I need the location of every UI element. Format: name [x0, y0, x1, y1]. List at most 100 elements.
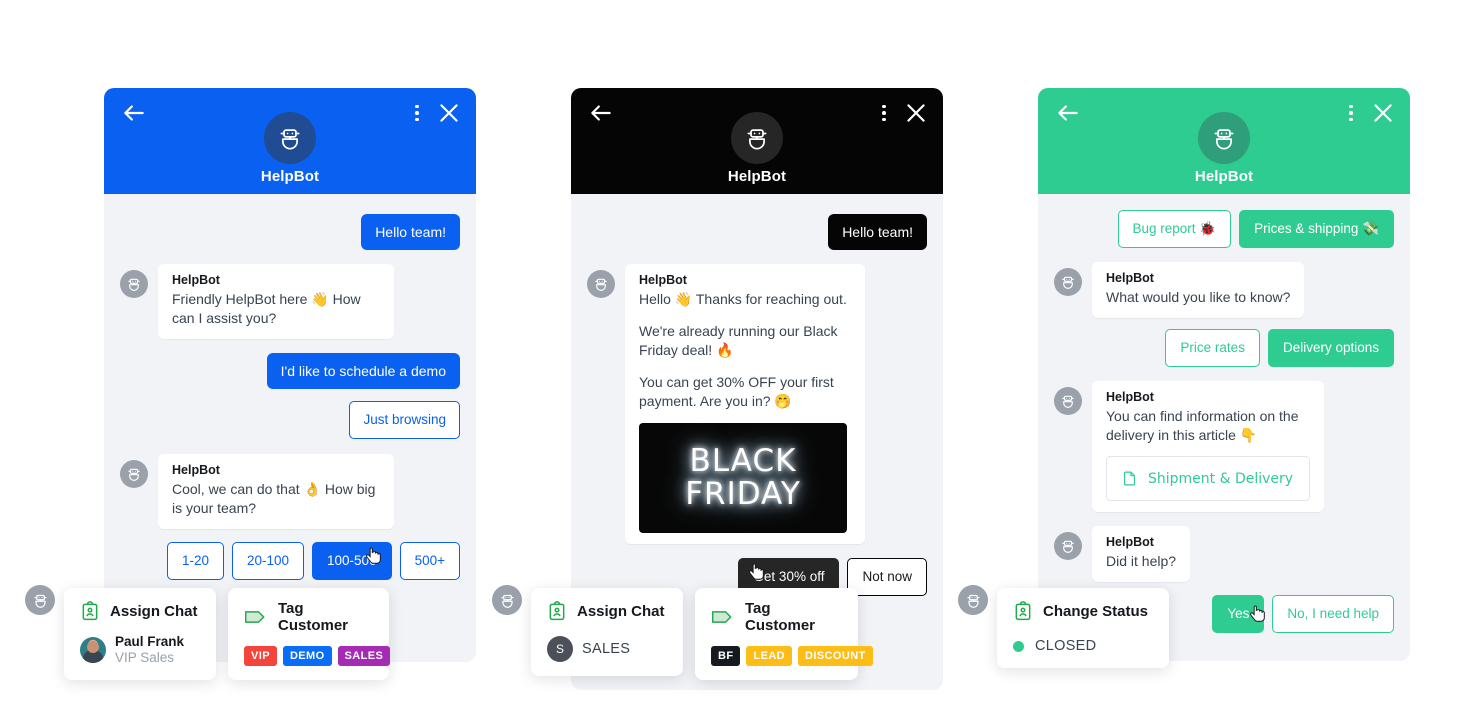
tag-chip[interactable]: BF [711, 646, 741, 666]
message-row-bot: HelpBot Friendly HelpBot here 👋 How can … [104, 264, 476, 339]
quick-reply-20-100[interactable]: 20-100 [231, 542, 305, 580]
quick-reply-prices-shipping[interactable]: Prices & shipping 💸 [1239, 210, 1394, 248]
card-title: Assign Chat [577, 602, 665, 620]
bot-message-text: You can find information on the delivery… [1106, 408, 1299, 443]
overflow-menu-icon[interactable] [1340, 100, 1362, 126]
card-title: Assign Chat [110, 602, 198, 620]
robot-avatar-icon [1054, 387, 1082, 415]
quick-reply-100-500[interactable]: 100-500 [312, 542, 392, 580]
quick-reply-row: Price rates Delivery options [1038, 329, 1410, 367]
id-badge-icon [547, 600, 567, 622]
bot-message-text: Did it help? [1106, 553, 1177, 569]
card-title: Tag Customer [278, 600, 349, 634]
tag-list: VIP DEMO SALES [244, 646, 391, 666]
bot-message-text: You can get 30% OFF your first payment. … [639, 374, 834, 409]
tag-icon [244, 608, 268, 626]
quick-reply-price-rates[interactable]: Price rates [1165, 329, 1260, 367]
card-title: Tag Customer [745, 600, 816, 634]
quick-reply-bug-report[interactable]: Bug report 🐞 [1117, 210, 1232, 248]
document-icon [1121, 469, 1138, 488]
agent-name: SALES [582, 641, 631, 657]
action-card-tag-customer[interactable]: Tag Customer VIP DEMO SALES [228, 588, 391, 680]
widget-title: HelpBot [260, 168, 320, 185]
bot-message-text: Friendly HelpBot here 👋 How can I assist… [172, 291, 361, 326]
message-row-bot: HelpBot Cool, we can do that 👌 How big i… [104, 454, 476, 529]
message-row-bot: HelpBot Did it help? [1038, 526, 1410, 582]
bot-message-bubble: HelpBot Cool, we can do that 👌 How big i… [158, 454, 394, 529]
arrow-left-icon[interactable] [588, 100, 614, 126]
robot-launcher-icon[interactable] [958, 585, 988, 615]
chat-widget-blue: HelpBot Hello team! HelpBot Friendly Hel… [104, 88, 476, 662]
quick-reply-row: Just browsing [104, 401, 476, 439]
article-link-label: Shipment & Delivery [1148, 470, 1294, 487]
quick-reply-no-i-need-help[interactable]: No, I need help [1272, 595, 1394, 633]
close-icon[interactable] [1370, 100, 1396, 126]
robot-avatar-icon [1054, 532, 1082, 560]
banner-text: BLACK FRIDAY [639, 445, 847, 511]
user-message-bubble: Hello team! [828, 214, 927, 250]
message-row-bot: HelpBot What would you like to know? [1038, 262, 1410, 318]
bot-name: HelpBot [1106, 390, 1154, 404]
tag-chip[interactable]: DISCOUNT [798, 646, 873, 666]
robot-avatar-icon [264, 112, 316, 164]
card-header: Tag Customer [711, 600, 842, 634]
banner-line-1: BLACK [689, 443, 797, 479]
banner-line-2: FRIDAY [685, 476, 801, 512]
agent-info: Paul Frank VIP Sales [115, 634, 184, 666]
tag-chip[interactable]: DEMO [282, 646, 332, 666]
card-title: Change Status [1043, 602, 1149, 620]
robot-launcher-icon[interactable] [492, 585, 522, 615]
quick-reply-just-browsing[interactable]: Just browsing [349, 401, 460, 439]
bot-message-bubble: HelpBot You can find information on the … [1092, 381, 1324, 512]
bot-name: HelpBot [172, 273, 220, 287]
card-header: Assign Chat [547, 600, 667, 622]
bot-message-text: What would you like to know? [1106, 289, 1291, 305]
overflow-menu-icon[interactable] [873, 100, 895, 126]
article-link-shipment-delivery[interactable]: Shipment & Delivery [1106, 456, 1310, 501]
status-dot-icon [1013, 640, 1024, 652]
tag-chip[interactable]: SALES [337, 646, 391, 666]
message-row-user: Hello team! [571, 214, 943, 250]
action-card-assign-chat[interactable]: Assign Chat S SALES [531, 588, 683, 676]
widget-header: HelpBot [1038, 88, 1410, 194]
quick-reply-1-20[interactable]: 1-20 [166, 542, 224, 580]
bot-message-text: Hello 👋 Thanks for reaching out. [639, 291, 847, 307]
assigned-agent: S SALES [547, 636, 667, 662]
arrow-left-icon[interactable] [1055, 100, 1081, 126]
card-header: Change Status [1013, 600, 1153, 622]
action-card-tag-customer[interactable]: Tag Customer BF LEAD DISCOUNT [695, 588, 873, 680]
quick-reply-row: Bug report 🐞 Prices & shipping 💸 [1038, 210, 1410, 248]
screenshot-canvas: HelpBot Hello team! HelpBot Friendly Hel… [0, 0, 1473, 722]
agent-name: Paul Frank [115, 634, 185, 649]
action-card-assign-chat[interactable]: Assign Chat Paul Frank VIP Sales [64, 588, 216, 680]
initial-avatar: S [547, 636, 573, 662]
quick-reply-not-now[interactable]: Not now [847, 558, 927, 596]
tag-chip[interactable]: VIP [244, 646, 277, 666]
bot-name: HelpBot [1106, 271, 1154, 285]
quick-reply-delivery-options[interactable]: Delivery options [1267, 329, 1394, 367]
quick-reply-yes[interactable]: Yes [1212, 595, 1265, 633]
id-badge-icon [80, 600, 100, 622]
black-friday-neon-banner: BLACK FRIDAY [639, 423, 847, 533]
message-row-bot: HelpBot Hello 👋 Thanks for reaching out.… [571, 264, 943, 544]
action-card-change-status[interactable]: Change Status CLOSED [997, 588, 1169, 668]
overflow-menu-icon[interactable] [406, 100, 428, 126]
bot-name: HelpBot [172, 463, 220, 477]
assigned-agent: Paul Frank VIP Sales [80, 634, 200, 666]
bot-message-text: Cool, we can do that 👌 How big is your t… [172, 481, 376, 516]
close-icon[interactable] [903, 100, 929, 126]
tag-chip[interactable]: LEAD [746, 646, 793, 666]
message-row-user: Hello team! [104, 214, 476, 250]
robot-launcher-icon[interactable] [25, 585, 55, 615]
bot-message-bubble: HelpBot Friendly HelpBot here 👋 How can … [158, 264, 394, 339]
bot-message-bubble: HelpBot Hello 👋 Thanks for reaching out.… [625, 264, 865, 544]
close-icon[interactable] [436, 100, 462, 126]
card-header: Assign Chat [80, 600, 200, 622]
message-row-user: I'd like to schedule a demo [104, 353, 476, 389]
widget-header: HelpBot [104, 88, 476, 194]
chat-widget-green: HelpBot Bug report 🐞 Prices & shipping 💸… [1038, 88, 1410, 661]
arrow-left-icon[interactable] [121, 100, 147, 126]
robot-avatar-icon [1198, 112, 1250, 164]
widget-title: HelpBot [727, 168, 787, 185]
quick-reply-500-plus[interactable]: 500+ [399, 542, 460, 580]
